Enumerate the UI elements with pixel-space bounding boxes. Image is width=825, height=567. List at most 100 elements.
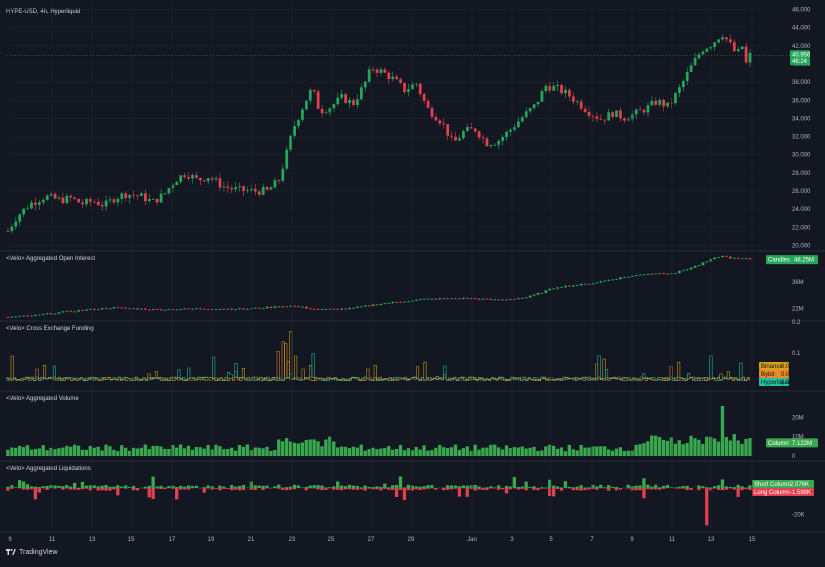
price-candle[interactable]: [101, 205, 104, 206]
volume-bar[interactable]: [214, 445, 217, 456]
price-candle[interactable]: [411, 85, 414, 90]
oi-candle[interactable]: [741, 258, 744, 259]
price-candle[interactable]: [619, 110, 622, 118]
liquidation-short-bar[interactable]: [250, 482, 253, 488]
liquidation-long-bar[interactable]: [470, 488, 473, 489]
price-candle[interactable]: [639, 110, 642, 111]
liquidation-long-bar[interactable]: [254, 488, 257, 490]
volume-bar[interactable]: [120, 445, 123, 456]
price-candle[interactable]: [556, 85, 559, 86]
volume-bar[interactable]: [73, 445, 76, 456]
volume-bar[interactable]: [379, 449, 382, 456]
price-candle[interactable]: [152, 199, 155, 200]
liquidation-long-bar[interactable]: [736, 488, 739, 497]
liquidation-long-bar[interactable]: [395, 488, 398, 497]
liquidation-short-bar[interactable]: [422, 486, 425, 488]
liquidation-long-bar[interactable]: [458, 488, 461, 497]
liquidation-long-bar[interactable]: [45, 488, 48, 490]
liquidation-long-bar[interactable]: [744, 488, 747, 489]
liquidation-short-bar[interactable]: [324, 487, 327, 488]
liquidation-long-bar[interactable]: [81, 488, 84, 489]
price-candle[interactable]: [725, 37, 728, 39]
liquidation-long-bar[interactable]: [481, 488, 484, 490]
liquidation-short-bar[interactable]: [187, 486, 190, 488]
price-candle[interactable]: [387, 73, 390, 79]
oi-candle[interactable]: [14, 317, 17, 318]
liquidation-long-bar[interactable]: [155, 488, 158, 489]
oi-candle[interactable]: [599, 281, 602, 282]
price-candle[interactable]: [30, 203, 33, 209]
price-candle[interactable]: [297, 120, 300, 126]
price-candle[interactable]: [438, 120, 441, 123]
volume-bar[interactable]: [536, 451, 539, 456]
liquidation-short-bar[interactable]: [45, 486, 48, 488]
price-candle[interactable]: [497, 141, 500, 145]
liquidation-long-bar[interactable]: [144, 488, 147, 489]
liquidation-long-bar[interactable]: [591, 488, 594, 489]
volume-bar[interactable]: [340, 447, 343, 456]
liquidation-long-bar[interactable]: [261, 488, 264, 490]
volume-bar[interactable]: [344, 447, 347, 456]
price-candle[interactable]: [552, 86, 555, 91]
liquidation-short-bar[interactable]: [367, 487, 370, 488]
price-candle[interactable]: [521, 117, 524, 121]
liquidation-long-bar[interactable]: [399, 488, 402, 490]
oi-candle[interactable]: [670, 273, 673, 274]
liquidation-short-bar[interactable]: [69, 487, 72, 488]
price-candle[interactable]: [22, 209, 25, 215]
volume-bar[interactable]: [509, 448, 512, 456]
oi-candle[interactable]: [462, 298, 465, 299]
volume-bar[interactable]: [564, 451, 567, 456]
price-candle[interactable]: [603, 120, 606, 121]
volume-bar[interactable]: [108, 446, 111, 456]
price-candle[interactable]: [313, 90, 316, 91]
liquidation-long-bar[interactable]: [112, 488, 115, 489]
liquidation-long-bar[interactable]: [532, 488, 535, 490]
liquidation-short-bar[interactable]: [493, 487, 496, 488]
oi-candle[interactable]: [321, 309, 324, 310]
volume-bar[interactable]: [733, 434, 736, 456]
liquidation-long-bar[interactable]: [634, 488, 637, 490]
volume-bar[interactable]: [611, 451, 614, 456]
oi-candle[interactable]: [368, 305, 371, 306]
liquidation-short-bar[interactable]: [748, 485, 751, 488]
price-candle[interactable]: [69, 196, 72, 198]
oi-candle[interactable]: [399, 302, 402, 303]
volume-bar[interactable]: [81, 450, 84, 456]
volume-bar[interactable]: [77, 446, 80, 456]
liquidation-long-bar[interactable]: [434, 488, 437, 490]
liquidation-short-bar[interactable]: [430, 485, 433, 488]
oi-candle[interactable]: [607, 280, 610, 281]
liquidation-short-bar[interactable]: [22, 482, 25, 488]
liquidation-long-bar[interactable]: [615, 488, 618, 490]
liquidation-long-bar[interactable]: [77, 488, 80, 490]
liquidation-short-bar[interactable]: [403, 487, 406, 488]
oi-candle[interactable]: [729, 257, 732, 259]
oi-candle[interactable]: [101, 308, 104, 309]
oi-candle[interactable]: [588, 284, 591, 285]
oi-candle[interactable]: [702, 262, 705, 265]
oi-candle[interactable]: [332, 309, 335, 310]
liquidation-long-bar[interactable]: [222, 488, 225, 489]
liquidation-short-bar[interactable]: [167, 486, 170, 488]
oi-candle[interactable]: [533, 295, 536, 296]
liquidation-short-bar[interactable]: [285, 487, 288, 488]
liquidation-long-bar[interactable]: [100, 488, 103, 490]
oi-candle[interactable]: [317, 309, 320, 310]
liquidation-long-bar[interactable]: [662, 488, 665, 489]
price-candle[interactable]: [254, 189, 257, 192]
liquidation-short-bar[interactable]: [108, 487, 111, 488]
oi-candle[interactable]: [136, 308, 139, 309]
volume-bar[interactable]: [532, 447, 535, 456]
volume-bar[interactable]: [312, 439, 315, 456]
price-candle[interactable]: [615, 110, 618, 117]
oi-candle[interactable]: [572, 285, 575, 286]
liquidation-long-bar[interactable]: [159, 488, 162, 489]
volume-bar[interactable]: [729, 440, 732, 456]
price-candle[interactable]: [336, 98, 339, 104]
liquidation-short-bar[interactable]: [407, 485, 410, 488]
liquidation-short-bar[interactable]: [297, 485, 300, 488]
liquidation-long-bar[interactable]: [324, 488, 327, 490]
liquidation-short-bar[interactable]: [254, 485, 257, 488]
liquidation-short-bar[interactable]: [540, 487, 543, 488]
